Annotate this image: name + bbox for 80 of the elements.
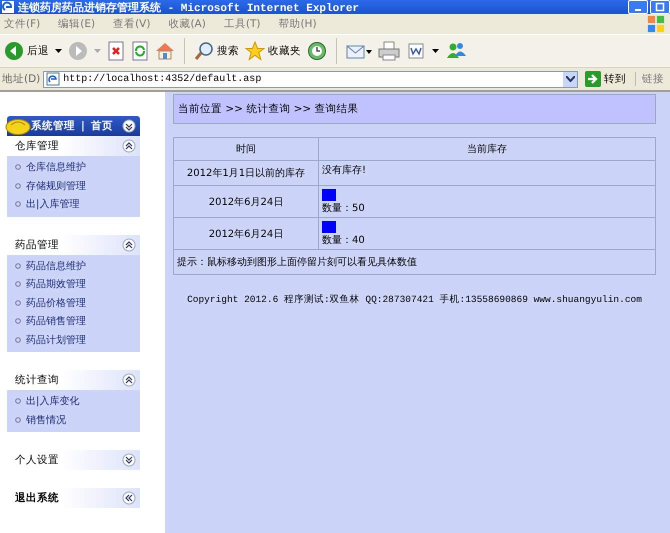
search-icon (194, 41, 214, 61)
bullet-icon (15, 182, 21, 189)
maximize-button[interactable] (650, 0, 670, 14)
search-button[interactable]: 搜索 (194, 41, 239, 61)
menu-item[interactable]: 编辑(E) (58, 17, 96, 31)
menu-link[interactable]: 销售情况 (26, 412, 66, 427)
menu-item[interactable]: 收藏(A) (168, 17, 206, 31)
menu-link[interactable]: 药品信息维护 (26, 258, 86, 273)
home-icon[interactable] (155, 41, 175, 61)
table-cell: 2012年1月1日以前的库存 (174, 160, 318, 186)
browser-icon (2, 1, 14, 13)
chevron-down-icon (566, 76, 574, 82)
collapse-icon[interactable] (122, 119, 136, 133)
group-title: 退出系统 (15, 491, 59, 505)
bullet-icon (15, 164, 21, 170)
favorites-button[interactable]: 收藏夹 (245, 41, 301, 61)
minimize-button[interactable] (628, 0, 648, 14)
bullet-icon (15, 318, 21, 324)
printer-icon[interactable] (378, 41, 400, 61)
table-cell: 2012年6月24日 (174, 218, 318, 250)
column-header: 时间 (174, 138, 318, 160)
star-icon (245, 41, 265, 61)
breadcrumb: 当前位置 >> 统计查询 >> 查询结果 (178, 102, 359, 116)
double-up-chevron-icon[interactable] (122, 139, 136, 153)
address-field[interactable]: http://localhost:4352/default.asp (43, 70, 578, 88)
sidebar-title: 系统管理 (31, 119, 75, 133)
stop-icon[interactable] (107, 41, 125, 61)
double-up-chevron-icon[interactable] (122, 373, 136, 387)
group-title: 药品管理 (15, 238, 59, 252)
history-icon[interactable] (307, 41, 327, 61)
window-title: 连锁药房药品进销存管理系统 - Microsoft Internet Explorer (18, 0, 360, 14)
group-title: 仓库管理 (15, 139, 59, 153)
table-cell-text: 没有库存! (322, 164, 368, 177)
dropdown-arrow-icon[interactable] (432, 49, 439, 53)
menu-item[interactable]: 帮助(H) (278, 17, 317, 31)
bullet-icon (15, 416, 21, 423)
column-header: 当前库存 (318, 138, 656, 160)
maximize-icon (655, 2, 665, 12)
group-title: 统计查询 (15, 373, 59, 387)
menu-link[interactable]: 仓库信息维护 (26, 160, 86, 174)
dropdown-button[interactable] (563, 72, 577, 86)
messenger-icon[interactable] (445, 41, 467, 61)
menu-link[interactable]: 出|入库管理 (26, 197, 80, 212)
bullet-icon (15, 398, 21, 404)
menu-item[interactable]: 文件(F) (4, 17, 40, 31)
menu-link[interactable]: 药品计划管理 (26, 332, 86, 347)
refresh-icon[interactable] (131, 41, 149, 61)
bullet-icon (15, 281, 21, 288)
menu-link[interactable]: 药品期效管理 (26, 277, 86, 292)
bullet-icon (15, 201, 21, 208)
back-button[interactable]: 后退 (4, 41, 49, 61)
menu-item[interactable]: 工具(T) (224, 17, 260, 31)
word-document-icon[interactable] (406, 41, 426, 61)
page-icon (46, 72, 60, 86)
copyright-text: Copyright 2012.6 程序测试:双鱼林 QQ:287307421 手机:13558690869 www.shuangyulin.com (186, 293, 643, 306)
menu-item[interactable]: 查看(V) (113, 17, 150, 31)
double-down-chevron-icon[interactable] (122, 453, 136, 467)
go-button[interactable]: 转到 (581, 71, 632, 87)
hint-text: 提示：鼠标移动到图形上面停留片刻可以看见具体数值 (174, 250, 656, 274)
links-button[interactable]: 链接 (635, 72, 670, 86)
dropdown-arrow-icon[interactable] (55, 49, 62, 53)
arrow-right-icon (585, 71, 601, 87)
separator: | (81, 120, 85, 132)
menu-link[interactable]: 药品价格管理 (26, 296, 86, 310)
bullet-icon (15, 300, 21, 306)
windows-logo-icon (646, 15, 666, 33)
table-cell: 2012年6月24日 (174, 186, 318, 218)
menu-link[interactable]: 存储规则管理 (26, 178, 86, 193)
home-link[interactable]: 首页 (90, 119, 113, 133)
minimize-icon (635, 9, 641, 11)
bullet-icon (15, 262, 21, 269)
double-left-chevron-icon[interactable] (122, 491, 136, 505)
group-title: 个人设置 (15, 453, 59, 467)
menu-link[interactable]: 出|入库变化 (26, 394, 80, 408)
table-cell-text: 数量：40 (322, 234, 366, 247)
bullet-icon (15, 336, 21, 343)
address-label: 地址(D) (1, 72, 40, 86)
table-cell-text: 数量：50 (322, 202, 366, 215)
menu-link[interactable]: 药品销售管理 (26, 314, 86, 328)
double-up-chevron-icon[interactable] (122, 238, 136, 252)
